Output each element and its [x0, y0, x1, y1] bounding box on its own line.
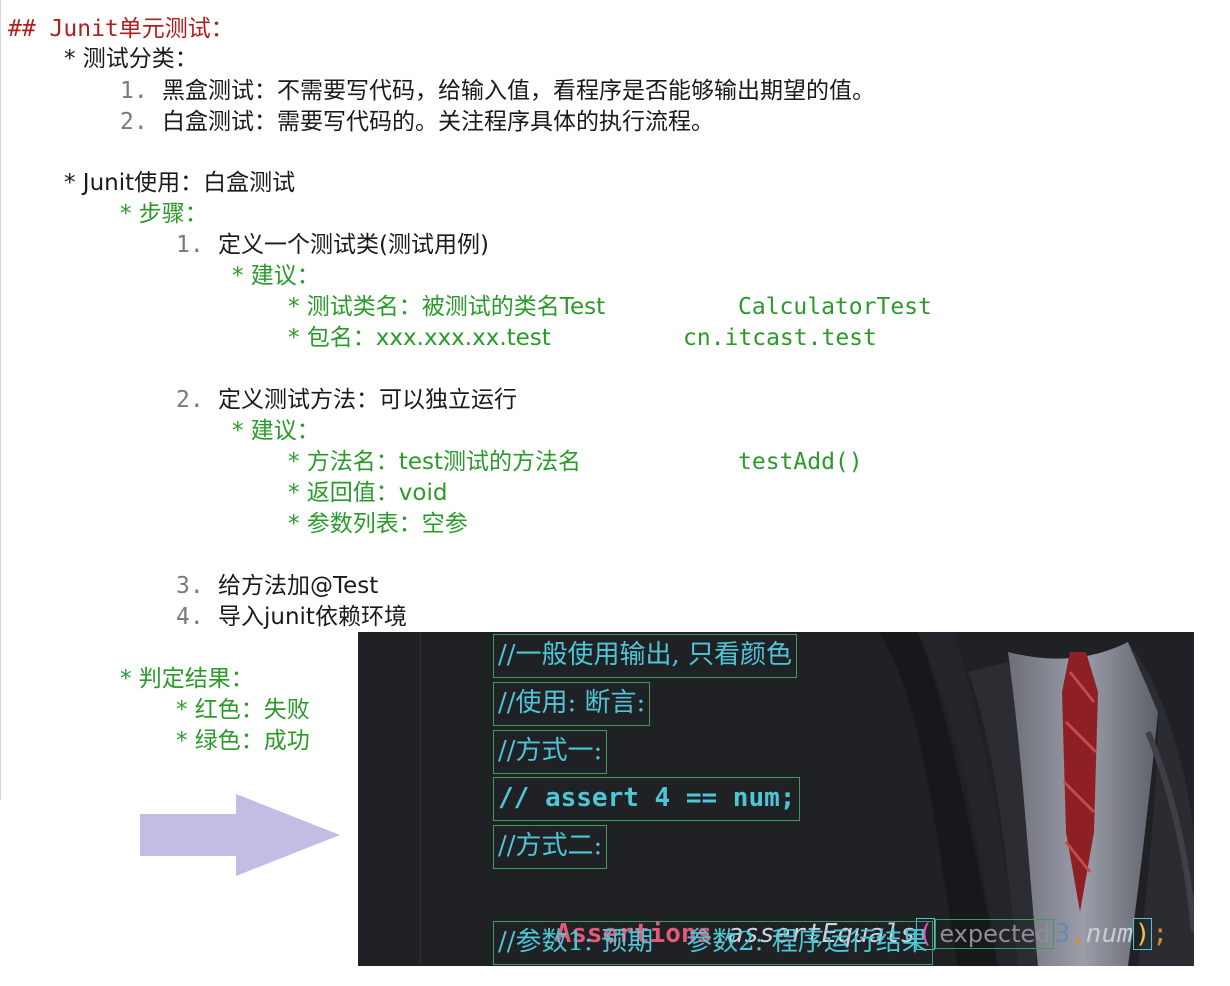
num-arg-token: num [1085, 919, 1133, 949]
category-1-text: 黑盒测试：不需要写代码，给输入值，看程序是否能够输出期望的值。 [162, 78, 875, 104]
notes-heading: ## Junit单元测试： [8, 16, 234, 42]
category-2-number: 2. [120, 109, 148, 135]
code-line-assert: Assertions.assertEquals(expected 3,num); [493, 874, 1168, 950]
result-green: * 绿色：成功 [176, 728, 310, 754]
steps-title: * 步骤： [120, 201, 208, 227]
editor-gutter-divider [420, 632, 421, 966]
category-1-number: 1. [120, 78, 148, 104]
comment-7-text: //参数1: 预期 参数2: 程序运行结果 [498, 927, 928, 957]
result-red: * 红色：失败 [176, 697, 310, 723]
comment-4-text: // assert 4 == num; [498, 783, 796, 813]
suggest-package-name-example: cn.itcast.test [683, 325, 877, 351]
step-1-text: 定义一个测试类(测试用例) [218, 232, 489, 258]
suggest-method-name: * 方法名：test测试的方法名 [288, 449, 581, 475]
code-editor-panel: //一般使用输出, 只看颜色 //使用: 断言: //方式一: // asser… [358, 632, 1194, 966]
code-line-comment-1: //一般使用输出, 只看颜色 [493, 634, 798, 678]
suggest-package-name: * 包名：xxx.xxx.xx.test [288, 325, 551, 351]
result-title: * 判定结果： [120, 666, 254, 692]
left-border [0, 0, 1, 800]
semicolon-token: ; [1152, 919, 1169, 949]
suggest-class-name: * 测试类名：被测试的类名Test [288, 294, 606, 320]
code-line-comment-2: //使用: 断言: [493, 682, 651, 726]
step-4-text: 导入junit依赖环境 [218, 604, 407, 630]
step-2-suggest: * 建议： [232, 418, 320, 444]
suggest-return-value: * 返回值：void [288, 480, 448, 506]
comma-token: , [1070, 919, 1086, 949]
step-3-text: 给方法加@Test [218, 573, 379, 599]
code-line-comment-7: //参数1: 预期 参数2: 程序运行结果 [493, 921, 933, 965]
close-paren-token: ) [1132, 918, 1153, 950]
step-1-number: 1. [176, 232, 204, 258]
code-line-comment-4: // assert 4 == num; [493, 777, 801, 821]
step-1-suggest: * 建议： [232, 263, 320, 289]
junit-usage-title: * Junit使用：白盒测试 [64, 170, 296, 196]
step-2-number: 2. [176, 387, 204, 413]
suggest-method-name-example: testAdd() [738, 449, 863, 475]
code-line-comment-3: //方式一: [493, 730, 608, 774]
right-arrow-icon [140, 794, 340, 876]
param-hint-expected: expected [935, 919, 1055, 949]
comment-1-text: //一般使用输出, 只看颜色 [498, 640, 793, 670]
step-3-number: 3. [176, 573, 204, 599]
step-2-text: 定义测试方法：可以独立运行 [218, 387, 517, 413]
suggest-class-name-example: CalculatorTest [738, 294, 932, 320]
suggest-param-list: * 参数列表：空参 [288, 511, 468, 537]
step-4-number: 4. [176, 604, 204, 630]
comment-5-text: //方式二: [498, 831, 603, 861]
literal-3-token: 3 [1054, 919, 1071, 949]
code-line-comment-5: //方式二: [493, 825, 608, 869]
comment-3-text: //方式一: [498, 736, 603, 766]
category-2-text: 白盒测试：需要写代码的。关注程序具体的执行流程。 [162, 109, 714, 135]
comment-2-text: //使用: 断言: [498, 688, 646, 718]
category-title: * 测试分类： [64, 46, 198, 72]
